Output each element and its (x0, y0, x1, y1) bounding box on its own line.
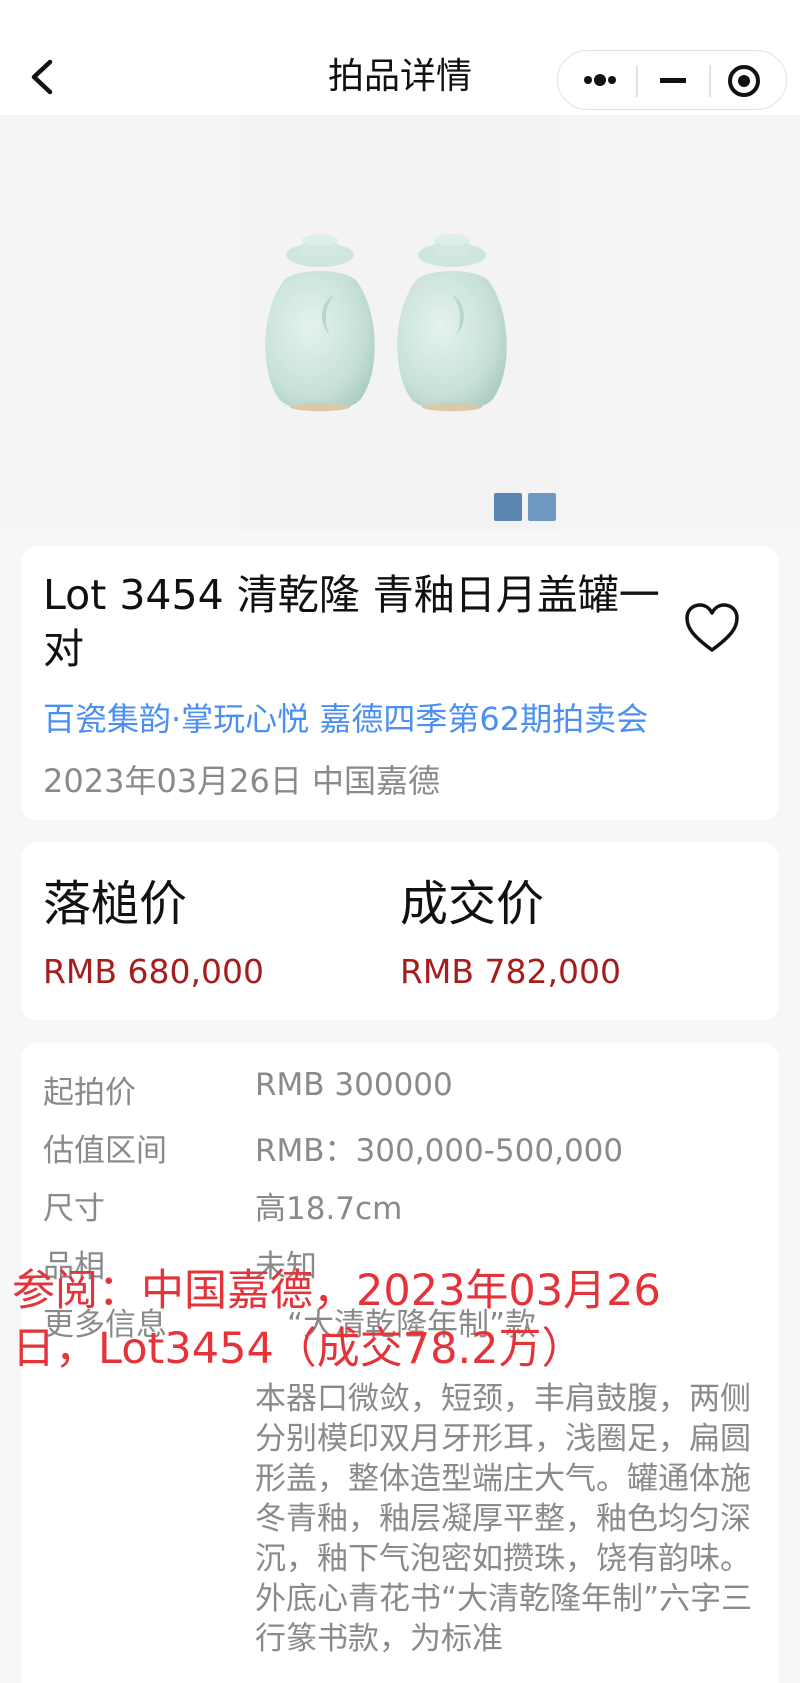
deal-price-value: RMB 782,000 (400, 952, 621, 991)
more-info-value: “大清乾隆年制”款 (287, 1307, 537, 1343)
minimize-icon (660, 78, 686, 83)
mini-program-capsule (557, 50, 787, 110)
capsule-divider (709, 65, 711, 97)
size-label: 尺寸 (43, 1191, 105, 1227)
favorite-button[interactable] (681, 598, 743, 658)
size-value: 高18.7cm (255, 1191, 403, 1227)
deal-price-label: 成交价 (400, 876, 545, 932)
start-price-label: 起拍价 (43, 1075, 136, 1111)
lot-description: 本器口微敛，短颈，丰肩鼓腹，两侧分别模印双月牙形耳，浅圈足，扁圆形盖，整体造型端… (255, 1381, 753, 1657)
more-info-label: 更多信息 (43, 1307, 167, 1343)
condition-label: 品相 (43, 1249, 105, 1285)
lot-title: Lot 3454 清乾隆 青釉日月盖罐一对 (43, 571, 660, 673)
seal-mark-thumbnail[interactable] (494, 493, 522, 521)
lot-info-card: Lot 3454 清乾隆 青釉日月盖罐一对 百瓷集韵·掌玩心悦 嘉德四季第62期… (21, 546, 779, 820)
start-price-value: RMB 300000 (255, 1067, 453, 1103)
heart-outline-icon (685, 603, 739, 652)
more-button[interactable] (564, 51, 634, 109)
navigation-bar: 拍品详情 (0, 0, 800, 115)
hammer-price-value: RMB 680,000 (43, 952, 264, 991)
product-image-carousel[interactable] (0, 115, 800, 530)
hammer-price-label: 落槌价 (43, 876, 188, 932)
estimate-value: RMB：300,000-500,000 (255, 1133, 624, 1169)
auction-date-location: 2023年03月26日 中国嘉德 (43, 762, 441, 800)
target-circle-icon (728, 65, 760, 97)
close-button[interactable] (712, 51, 782, 109)
lot-details-card: 起拍价 RMB 300000 估值区间 RMB：300,000-500,000 … (21, 1043, 779, 1683)
auction-session-link[interactable]: 百瓷集韵·掌玩心悦 嘉德四季第62期拍卖会 (43, 694, 648, 740)
minimize-button[interactable] (638, 51, 708, 109)
celadon-jars-image (265, 234, 507, 412)
more-dots-icon (584, 74, 616, 86)
estimate-label: 估值区间 (43, 1133, 167, 1169)
seal-mark-thumbnail[interactable] (528, 493, 556, 521)
product-photo (240, 115, 560, 530)
price-card: 落槌价 RMB 680,000 成交价 RMB 782,000 (21, 842, 779, 1020)
condition-value: 未知 (255, 1249, 317, 1285)
